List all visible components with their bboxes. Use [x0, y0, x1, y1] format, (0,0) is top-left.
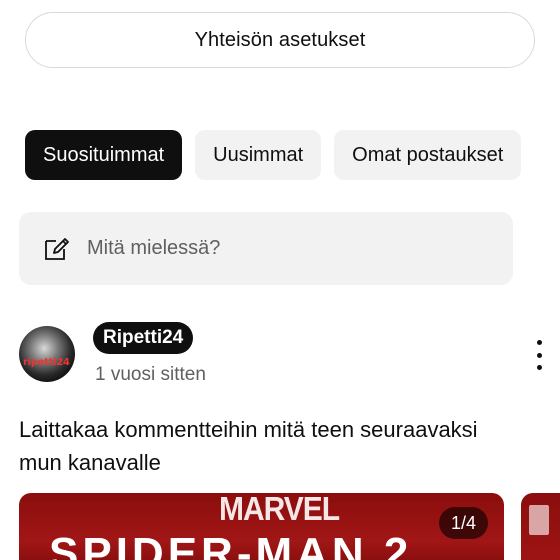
- post-text: Laittakaa kommentteihin mitä teen seuraa…: [19, 417, 478, 475]
- image-title-text: SPIDER-MAN 2: [49, 529, 413, 560]
- filter-chips: Suosituimmat Uusimmat Omat postaukset: [25, 130, 522, 180]
- chip-own-posts[interactable]: Omat postaukset: [334, 130, 522, 180]
- more-options-icon[interactable]: [529, 340, 549, 370]
- image-logo-text: MARVEL: [219, 493, 340, 528]
- image-counter: 1/4: [438, 507, 488, 539]
- post-header: ripetti24 Ripetti24 1 vuosi sitten: [19, 322, 549, 386]
- next-image-preview[interactable]: [521, 493, 560, 560]
- chip-popular[interactable]: Suosituimmat: [25, 130, 183, 180]
- avatar-text: ripetti24: [23, 357, 70, 368]
- author-name[interactable]: Ripetti24: [93, 322, 194, 354]
- post-time: 1 vuosi sitten: [95, 364, 206, 385]
- avatar[interactable]: ripetti24: [19, 326, 75, 382]
- composer-placeholder: Mitä mielessä?: [87, 237, 221, 259]
- edit-icon: [41, 234, 71, 264]
- post-image[interactable]: MARVEL SPIDER-MAN 2 1/4: [19, 493, 504, 560]
- post-composer[interactable]: Mitä mielessä?: [19, 212, 513, 285]
- community-settings-button[interactable]: Yhteisön asetukset: [25, 12, 535, 68]
- chip-newest[interactable]: Uusimmat: [195, 130, 322, 180]
